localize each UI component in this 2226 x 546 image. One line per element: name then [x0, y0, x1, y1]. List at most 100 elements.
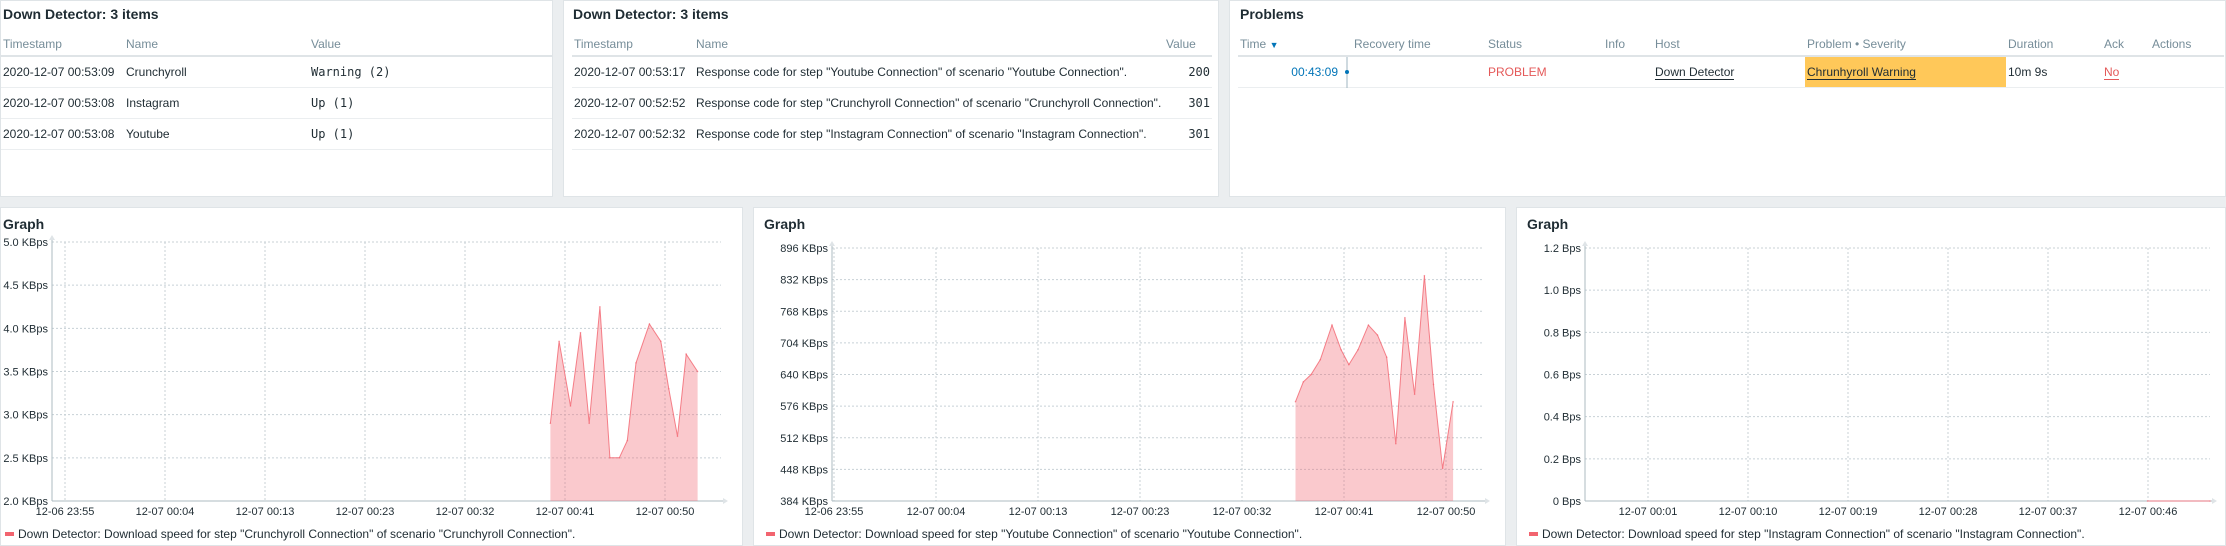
y-tick-label: 4.5 KBps	[3, 280, 48, 292]
legend-swatch	[5, 532, 14, 536]
column-header-host[interactable]: Host	[1653, 32, 1805, 57]
y-tick-label: 1.0 Bps	[1544, 285, 1582, 297]
ack-link[interactable]: No	[2104, 64, 2120, 80]
data-point	[626, 439, 629, 442]
column-header-ack: Ack	[2102, 32, 2150, 57]
table-row: 2020-12-07 00:52:32 Response code for st…	[572, 118, 1212, 150]
cell-timestamp: 2020-12-07 00:52:52	[572, 87, 694, 119]
data-point	[1404, 316, 1406, 319]
cell-timestamp: 2020-12-07 00:53:17	[572, 56, 694, 88]
widget-title: Down Detector: 3 items	[573, 6, 729, 22]
x-tick-label: 12-06 23:55	[805, 506, 864, 518]
cell-timestamp: 2020-12-07 00:53:08	[1, 118, 124, 150]
x-tick-label: 12-07 00:41	[1315, 506, 1374, 518]
graph-chart[interactable]: 1.2 Bps 1.0 Bps 0.8 Bps 0.6 Bps 0.4 Bps 0.2 B…	[1517, 208, 2226, 546]
graph-chart[interactable]: 896 KBps 832 KBps 768 KBps 704 KBps 640 KBps…	[754, 208, 1506, 546]
series-area	[1295, 275, 1454, 501]
column-header-name[interactable]: Name	[694, 32, 1164, 57]
y-tick-label: 0 Bps	[1553, 496, 1582, 508]
x-tick-label: 12-07 00:23	[1111, 506, 1170, 518]
data-point	[696, 370, 699, 373]
timeline-marker-icon	[1345, 57, 1349, 88]
table-row: 00:43:09 PROBLEM Down Detector Chrunhyro…	[1238, 56, 2224, 88]
cell-timestamp: 2020-12-07 00:52:32	[572, 118, 694, 150]
cell-ack[interactable]: No	[2102, 56, 2150, 88]
data-point	[685, 353, 687, 355]
column-header-timestamp[interactable]: Timestamp	[1, 32, 124, 57]
graph-legend: Down Detector: Download speed for step "…	[5, 527, 575, 541]
y-tick-label: 640 KBps	[780, 370, 828, 382]
column-header-value[interactable]: Value	[309, 32, 552, 57]
data-point	[579, 331, 582, 334]
data-point	[558, 340, 560, 343]
y-tick-label: 704 KBps	[780, 338, 828, 350]
cell-host[interactable]: Down Detector	[1653, 56, 1805, 88]
cell-time[interactable]: 00:43:09	[1238, 56, 1349, 88]
column-header-name[interactable]: Name	[124, 32, 309, 57]
graph-widget-youtube: Graph 896 KBps 832 KBps 768 KBps 704 KBps 64…	[753, 207, 1506, 546]
data-point	[1348, 363, 1350, 366]
y-tick-label: 0.2 Bps	[1544, 454, 1582, 466]
y-tick-label: 2.5 KBps	[3, 453, 48, 465]
latest-data-widget-2: Down Detector: 3 items Timestamp Name Va…	[563, 0, 1219, 197]
column-header-time[interactable]: Time ▼	[1238, 32, 1340, 57]
x-tick-label: 12-07 00:32	[1213, 506, 1272, 518]
data-point	[2146, 500, 2149, 502]
cell-value: 301	[1164, 87, 1212, 119]
data-point	[588, 422, 590, 425]
data-point	[1452, 400, 1454, 403]
host-link[interactable]: Down Detector	[1655, 64, 1735, 80]
cell-problem-severity[interactable]: Chrunhyroll Warning	[1805, 56, 2006, 88]
column-header-status[interactable]: Status	[1486, 32, 1603, 57]
data-point	[1385, 356, 1388, 358]
column-header-timestamp[interactable]: Timestamp	[572, 32, 694, 57]
data-point	[609, 457, 611, 459]
column-header-problem-severity[interactable]: Problem • Severity	[1805, 32, 2006, 57]
column-header-duration[interactable]: Duration	[2006, 32, 2102, 57]
y-tick-label: 5.0 KBps	[3, 237, 48, 249]
problem-link[interactable]: Chrunhyroll Warning	[1807, 64, 1916, 80]
cell-name: Response code for step "Instagram Connec…	[694, 118, 1164, 150]
column-header-value[interactable]: Value	[1164, 32, 1212, 57]
data-point	[1357, 349, 1359, 351]
data-point	[1395, 442, 1397, 445]
data-point	[549, 422, 552, 425]
cell-name: Youtube	[124, 118, 309, 150]
latest-data-table: Timestamp Name Value 2020-12-07 00:53:17…	[572, 32, 1212, 150]
x-tick-label: 12-07 00:37	[2019, 506, 2078, 518]
y-tick-label: 0.6 Bps	[1544, 370, 1582, 382]
column-header-time-label: Time	[1240, 36, 1267, 51]
column-header-actions: Actions	[2150, 32, 2224, 57]
y-tick-label: 4.0 KBps	[3, 323, 48, 335]
graph-widget-crunchyroll: Graph 5.0 KBps 4.5 KBps 4.0 KBps 3.5 KBps 3.…	[0, 207, 743, 546]
data-point	[1432, 383, 1435, 386]
x-tick-label: 12-07 00:50	[1417, 506, 1476, 518]
cell-name: Response code for step "Youtube Connecti…	[694, 56, 1164, 88]
latest-data-widget-1: Down Detector: 3 items Timestamp Name Va…	[0, 0, 553, 197]
x-tick-label: 12-07 00:19	[1819, 506, 1878, 518]
y-axis-arrow-icon	[1582, 241, 1588, 246]
data-point	[660, 340, 662, 343]
x-tick-label: 12-07 00:32	[436, 506, 495, 518]
x-axis-arrow-icon	[723, 498, 728, 504]
x-axis-arrow-icon	[2212, 498, 2217, 504]
data-point	[668, 388, 670, 390]
problem-time-link[interactable]: 00:43:09	[1291, 65, 1338, 79]
cell-name: Response code for step "Crunchyroll Conn…	[694, 87, 1164, 119]
data-point	[1319, 358, 1322, 361]
data-point	[1423, 274, 1426, 277]
cell-status: PROBLEM	[1486, 56, 1603, 88]
cell-timestamp: 2020-12-07 00:53:09	[1, 56, 124, 88]
cell-value: Up (1)	[309, 118, 552, 150]
widget-title: Problems	[1240, 6, 1304, 22]
column-header-recovery-time[interactable]: Recovery time	[1340, 32, 1486, 57]
cell-value: 301	[1164, 118, 1212, 150]
table-row: 2020-12-07 00:53:09 Crunchyroll Warning …	[1, 56, 552, 88]
y-tick-label: 0.8 Bps	[1544, 327, 1582, 339]
graph-legend: Down Detector: Download speed for step "…	[766, 527, 1302, 541]
graph-chart[interactable]: 5.0 KBps 4.5 KBps 4.0 KBps 3.5 KBps 3.0 KBps…	[1, 208, 743, 546]
legend-label: Down Detector: Download speed for step "…	[779, 527, 1303, 541]
cell-name: Instagram	[124, 87, 309, 119]
y-tick-label: 1.2 Bps	[1544, 243, 1582, 255]
legend-swatch	[1529, 532, 1538, 536]
